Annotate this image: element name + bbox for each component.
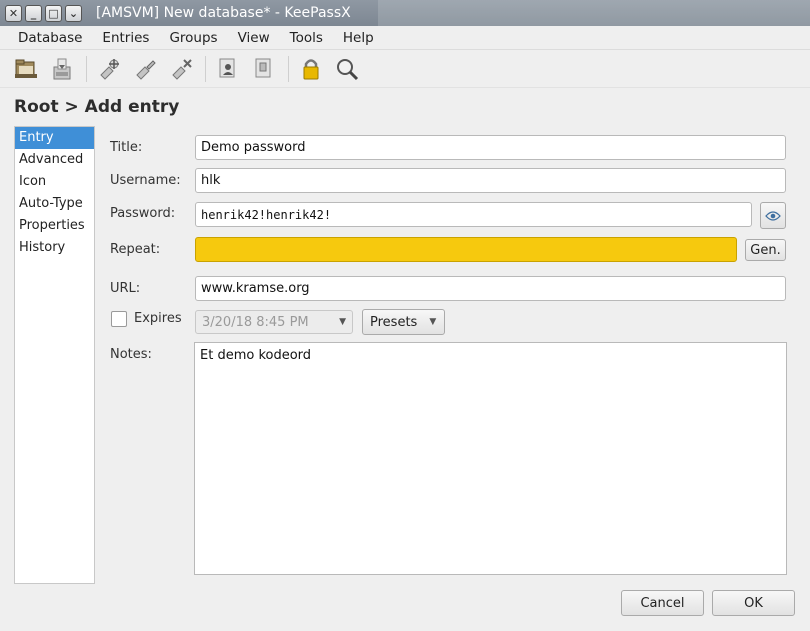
username-label: Username: — [110, 173, 181, 188]
title-label: Title: — [110, 140, 143, 155]
window-title: [AMSVM] New database* - KeePassX — [96, 5, 351, 21]
sidebar-item-history[interactable]: History — [15, 237, 94, 259]
notes-label: Notes: — [110, 347, 152, 362]
notes-textarea[interactable]: Et demo kodeord — [194, 342, 787, 575]
copy-password-icon[interactable] — [250, 55, 278, 83]
close-window-icon[interactable]: ✕ — [5, 4, 22, 22]
url-field[interactable]: www.kramse.org — [195, 276, 786, 301]
chevron-down-icon: ▼ — [339, 317, 346, 327]
chevron-down-icon: ▼ — [429, 317, 437, 327]
url-label: URL: — [110, 281, 141, 296]
title-bar: ✕ _ □ ⌄ [AMSVM] New database* - KeePassX — [0, 0, 810, 26]
sidebar-item-icon[interactable]: Icon — [15, 171, 94, 193]
main-window: Database Entries Groups View Tools Help — [0, 26, 810, 631]
cancel-label: Cancel — [640, 595, 685, 611]
password-label: Password: — [110, 206, 176, 221]
generate-password-button[interactable]: Gen. — [745, 239, 786, 261]
cancel-button[interactable]: Cancel — [621, 590, 704, 616]
open-database-icon[interactable] — [12, 55, 40, 83]
expiry-date-value: 3/20/18 8:45 PM — [202, 314, 309, 330]
menu-help[interactable]: Help — [333, 30, 384, 46]
ok-label: OK — [744, 595, 763, 611]
maximize-window-icon[interactable]: □ — [45, 4, 62, 22]
menu-view[interactable]: View — [228, 30, 280, 46]
expires-checkbox[interactable] — [111, 311, 127, 327]
menu-tools[interactable]: Tools — [280, 30, 333, 46]
entry-sections-list: Entry Advanced Icon Auto-Type Properties… — [14, 126, 95, 584]
sidebar-item-advanced[interactable]: Advanced — [15, 149, 94, 171]
title-field[interactable]: Demo password — [195, 135, 786, 160]
copy-username-icon[interactable] — [214, 55, 242, 83]
sidebar-item-auto-type[interactable]: Auto-Type — [15, 193, 94, 215]
menu-bar: Database Entries Groups View Tools Help — [0, 26, 810, 50]
minimize-window-icon[interactable]: _ — [25, 4, 42, 22]
presets-label: Presets — [370, 314, 418, 330]
menu-entries[interactable]: Entries — [92, 30, 159, 46]
sidebar-item-properties[interactable]: Properties — [15, 215, 94, 237]
lock-database-icon[interactable] — [297, 55, 325, 83]
password-field[interactable]: henrik42!henrik42! — [195, 202, 752, 227]
page-title: Root > Add entry — [14, 97, 180, 117]
toolbar-separator — [86, 55, 87, 82]
expires-label: Expires — [134, 311, 182, 326]
save-database-icon[interactable] — [48, 55, 76, 83]
presets-button[interactable]: Presets ▼ — [362, 309, 445, 335]
toolbar-separator — [288, 55, 289, 82]
ok-button[interactable]: OK — [712, 590, 795, 616]
expiry-date-picker[interactable]: 3/20/18 8:45 PM ▼ — [195, 310, 353, 334]
search-icon[interactable] — [333, 55, 361, 83]
toggle-password-visibility-button[interactable] — [760, 202, 786, 229]
delete-entry-icon[interactable] — [167, 55, 195, 83]
username-field[interactable]: hlk — [195, 168, 786, 193]
repeat-password-field[interactable] — [195, 237, 737, 262]
toolbar — [0, 50, 810, 88]
menu-database[interactable]: Database — [8, 30, 92, 46]
menu-groups[interactable]: Groups — [159, 30, 227, 46]
edit-entry-icon[interactable] — [131, 55, 159, 83]
sidebar-item-entry[interactable]: Entry — [15, 127, 94, 149]
toolbar-separator — [205, 55, 206, 82]
add-entry-icon[interactable] — [95, 55, 123, 83]
repeat-label: Repeat: — [110, 242, 161, 257]
eye-icon — [765, 210, 781, 221]
window-menu-icon[interactable]: ⌄ — [65, 4, 82, 22]
